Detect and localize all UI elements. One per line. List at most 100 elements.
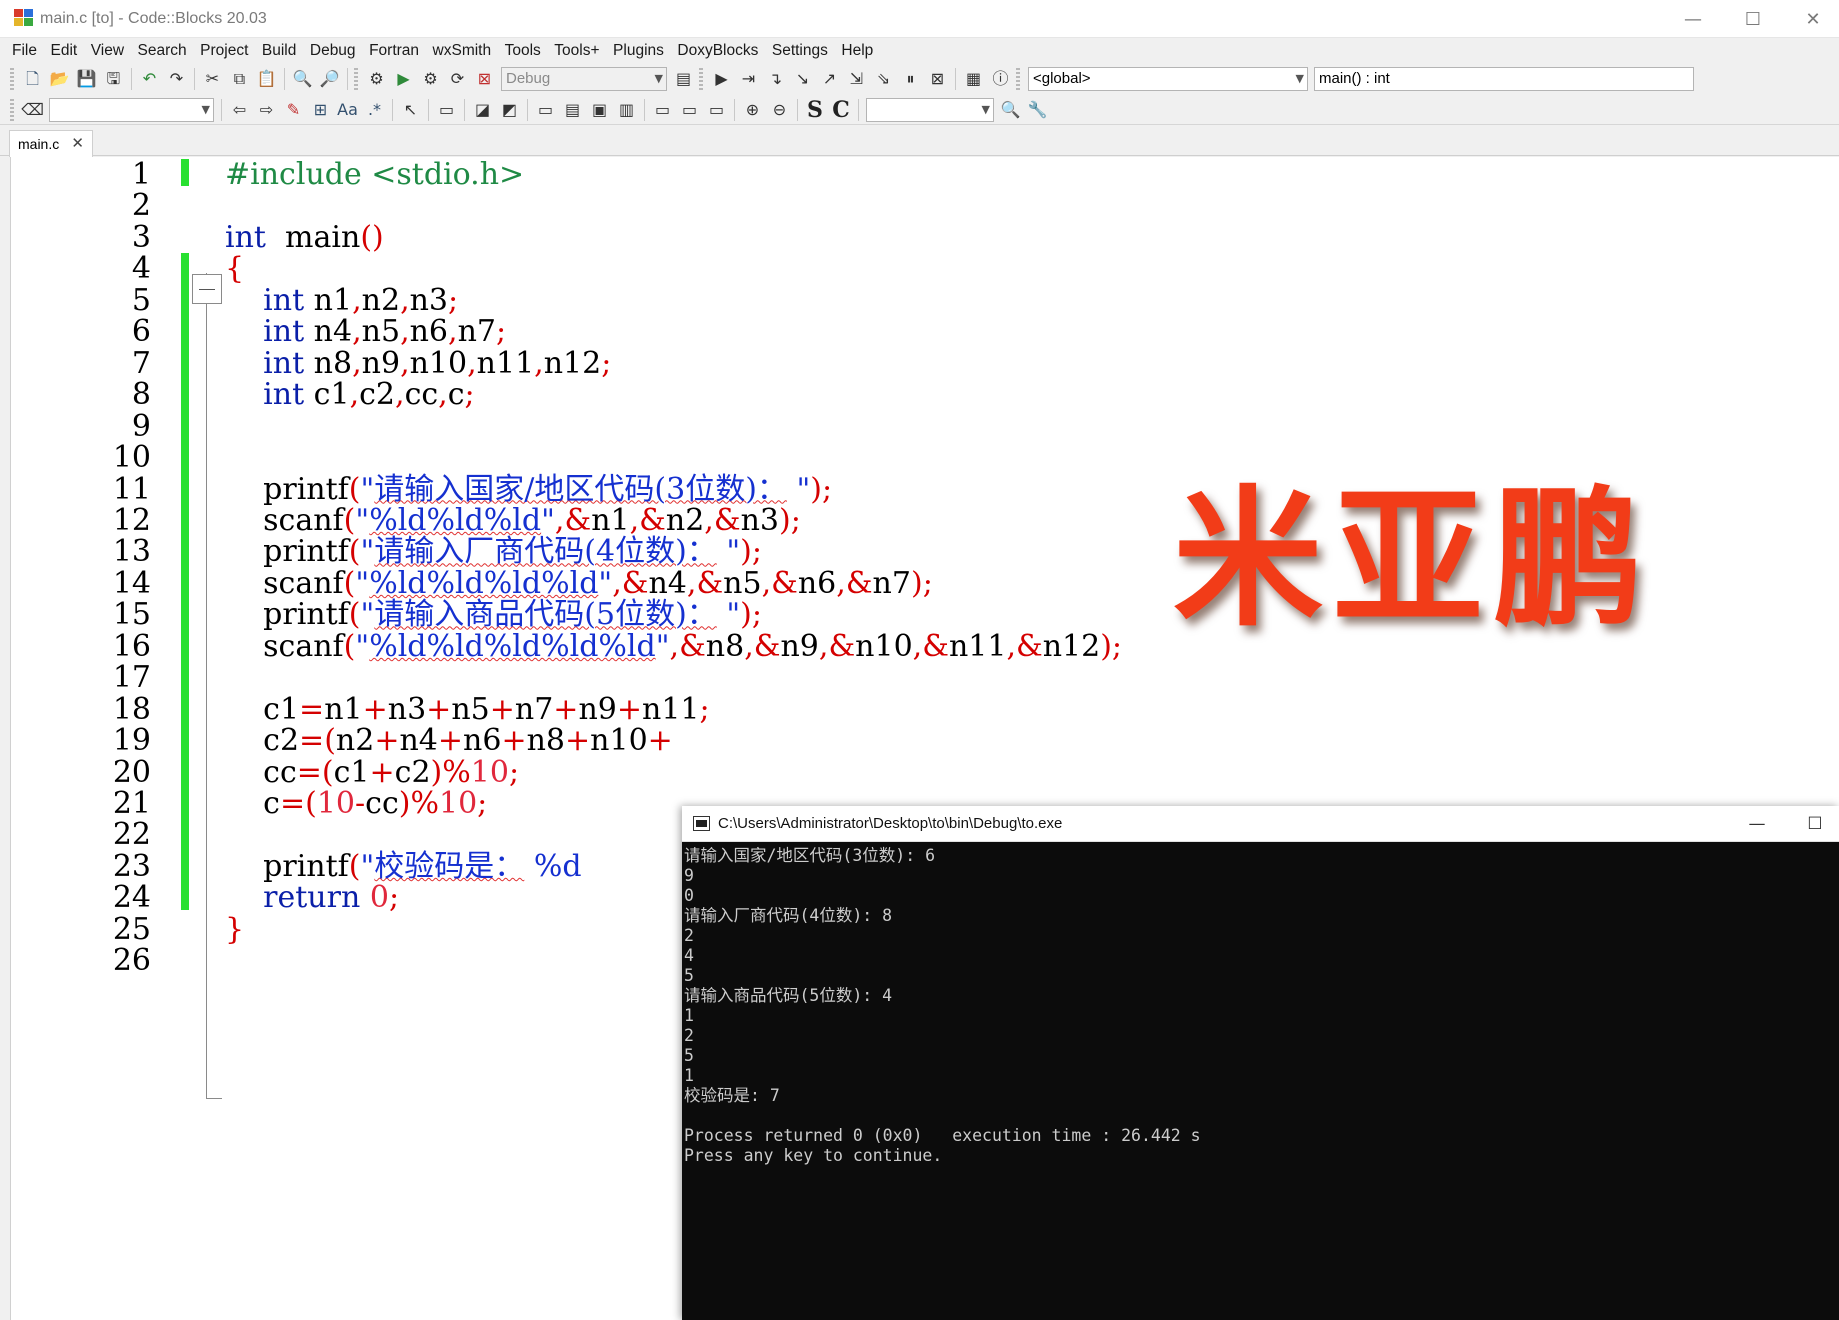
menu-wxsmith[interactable]: wxSmith [433,42,492,60]
abort-build-icon[interactable]: ⊠ [473,68,496,91]
stop-debugger-icon[interactable]: ⊠ [926,68,949,91]
code-token: , [534,345,544,381]
select-pointer-icon[interactable]: ↖ [399,98,422,121]
paste-icon[interactable]: 📋 [255,68,278,91]
menu-plugins[interactable]: Plugins [613,42,664,60]
for-shape-icon[interactable]: ▥ [615,98,638,121]
toolbar-grip[interactable] [10,98,14,121]
incremental-search-input[interactable]: ▼ [49,97,214,122]
step-into-icon[interactable]: ↘ [791,68,814,91]
build-target-select[interactable]: Debug ▼ [501,67,667,91]
fold-toggle-icon[interactable] [192,274,222,304]
undo-icon[interactable]: ↶ [138,68,161,91]
code-token: cc [225,754,297,790]
debug-start-icon[interactable]: ▶ [710,68,733,91]
selected-text-only-icon[interactable]: ⊞ [309,98,332,121]
cut-icon[interactable]: ✂ [201,68,224,91]
nassi-s-button[interactable]: S [802,97,828,123]
tab-close-icon[interactable]: ✕ [71,134,84,152]
menu-tools[interactable]: Tools [505,42,541,60]
toolbar-grip[interactable] [10,68,14,90]
toolbar-grip[interactable] [354,68,358,90]
scope-select[interactable]: <global> ▼ [1028,67,1308,91]
next-line-icon[interactable]: ↴ [764,68,787,91]
replace-icon[interactable]: 🔎 [318,68,341,91]
step-out-icon[interactable]: ↗ [818,68,841,91]
search-previous-icon[interactable]: ⇦ [228,98,251,121]
console-minimize-button[interactable]: — [1735,810,1779,838]
menu-view[interactable]: View [91,42,124,60]
clear-search-icon[interactable]: ⌫ [21,98,44,121]
code-line[interactable]: int main() [225,220,384,256]
build-and-run-icon[interactable]: ⚙ [419,68,442,91]
minimize-button[interactable]: — [1670,6,1716,34]
menu-help[interactable]: Help [841,42,873,60]
console-title: C:\Users\Administrator\Desktop\to\bin\De… [718,815,1063,832]
pause-icon[interactable]: ⏸ [899,68,922,91]
rebuild-icon[interactable]: ⟳ [446,68,469,91]
menu-search[interactable]: Search [138,42,187,60]
tab-main-c[interactable]: main.c ✕ [9,130,93,157]
menu-edit[interactable]: Edit [50,42,77,60]
code-token: return [263,880,361,916]
debugging-windows-icon[interactable]: ▦ [962,68,985,91]
save-icon[interactable]: 💾 [75,68,98,91]
find-icon[interactable]: 🔍 [291,68,314,91]
code-line[interactable]: int c1,c2,cc,c; [225,377,474,413]
menu-tools-plus[interactable]: Tools+ [554,42,599,60]
block-shape-icon[interactable]: ▭ [435,98,458,121]
code-line[interactable]: scanf("%ld%ld%ld%ld%ld",&n8,&n9,&n10,&n1… [225,629,1122,665]
open-file-icon[interactable]: 📂 [48,68,71,91]
while-shape-icon[interactable]: ▣ [588,98,611,121]
next-instruction-icon[interactable]: ⇲ [845,68,868,91]
settings-wrench-icon[interactable]: 🔧 [1026,98,1049,121]
function-select[interactable]: main() : int [1314,67,1694,91]
new-file-icon[interactable]: 🗋 [21,68,44,91]
close-button[interactable]: ✕ [1790,6,1836,34]
highlight-icon[interactable]: ✎ [282,98,305,121]
maximize-button[interactable]: ☐ [1730,6,1776,34]
build-gear-icon[interactable]: ⚙ [365,68,388,91]
menu-settings[interactable]: Settings [772,42,828,60]
save-all-icon[interactable]: 🖫 [102,68,125,91]
loop-shape-icon[interactable]: ◩ [498,98,521,121]
main-toolbar: 🗋 📂 💾 🖫 ↶ ↷ ✂ ⧉ 📋 🔍 🔎 ⚙ ▶ ⚙ ⟳ ⊠ Debug ▼ … [0,64,1839,94]
menu-build[interactable]: Build [262,42,296,60]
symbol-search-input[interactable]: ▼ [866,97,994,122]
toolbar-grip[interactable] [699,68,703,90]
doc-search-icon[interactable]: 🔍 [999,98,1022,121]
search-next-icon[interactable]: ⇨ [255,98,278,121]
toolbar-grip[interactable] [1016,68,1020,90]
menu-doxyblocks[interactable]: DoxyBlocks [677,42,758,60]
menu-fortran[interactable]: Fortran [369,42,419,60]
redo-icon[interactable]: ↷ [165,68,188,91]
decision-shape-icon[interactable]: ◪ [471,98,494,121]
menu-file[interactable]: File [12,42,37,60]
code-line[interactable]: #include <stdio.h> [225,157,524,193]
break-shape-icon[interactable]: ▭ [651,98,674,121]
nassi-c-button[interactable]: C [828,97,854,123]
regex-icon[interactable]: .* [363,98,386,121]
continue-shape-icon[interactable]: ▭ [678,98,701,121]
code-line[interactable]: return 0; [225,880,399,916]
case-shape-icon[interactable]: ▤ [561,98,584,121]
console-maximize-button[interactable]: ☐ [1793,810,1837,838]
console-window[interactable]: C:\Users\Administrator\Desktop\to\bin\De… [682,806,1839,1320]
copy-icon[interactable]: ⧉ [228,68,251,91]
show-select-target-icon[interactable]: ▤ [672,68,695,91]
instruction-shape-icon[interactable]: ▭ [534,98,557,121]
code-line[interactable]: } [225,912,244,948]
run-to-cursor-icon[interactable]: ⇥ [737,68,760,91]
return-shape-icon[interactable]: ▭ [705,98,728,121]
code-line[interactable]: c=(10-cc)%10; [225,786,487,822]
various-info-icon[interactable]: ⓘ [989,68,1012,91]
code-token: ( [321,754,334,790]
zoom-out-icon[interactable]: ⊖ [768,98,791,121]
menu-debug[interactable]: Debug [310,42,356,60]
console-title-bar[interactable]: C:\Users\Administrator\Desktop\to\bin\De… [682,806,1839,842]
match-case-icon[interactable]: Aa [336,98,359,121]
menu-project[interactable]: Project [200,42,248,60]
step-into-instruction-icon[interactable]: ⇘ [872,68,895,91]
zoom-in-icon[interactable]: ⊕ [741,98,764,121]
run-icon[interactable]: ▶ [392,68,415,91]
